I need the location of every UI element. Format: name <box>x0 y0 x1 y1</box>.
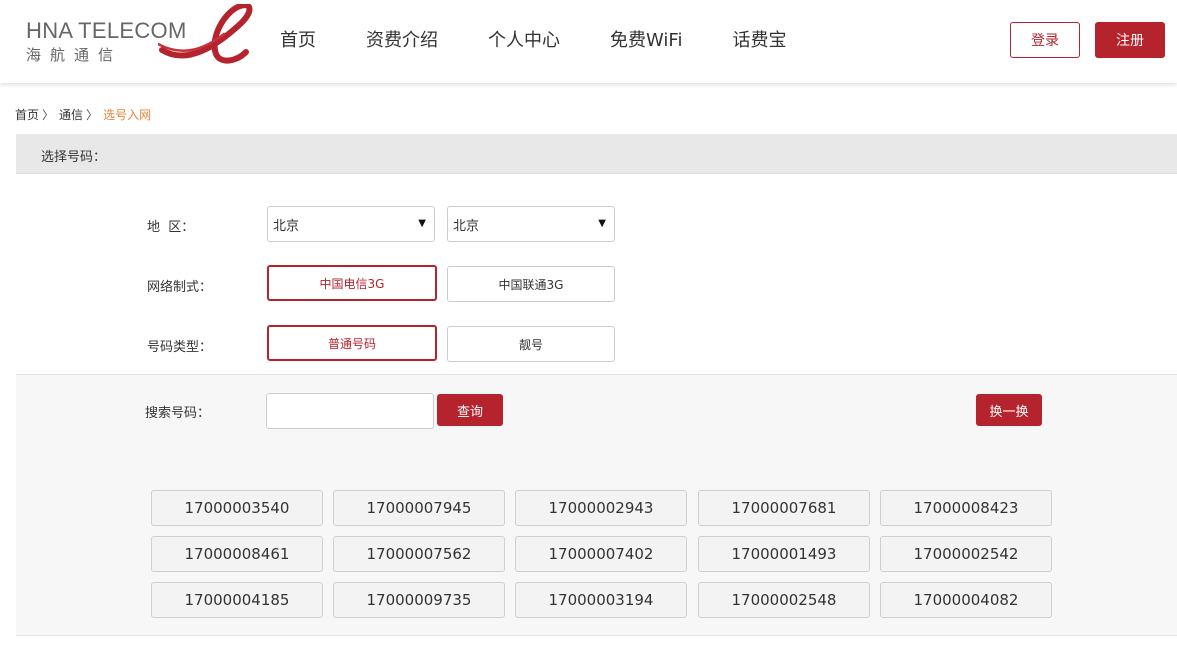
phone-number-option[interactable]: 17000001493 <box>698 536 870 572</box>
region-city-select[interactable]: 北京 ▼ <box>447 206 615 242</box>
chevron-down-icon: ▼ <box>598 218 606 229</box>
region-label: 地 区： <box>147 220 195 235</box>
phone-number-option[interactable]: 17000002548 <box>698 582 870 618</box>
refresh-numbers-button[interactable]: 换一换 <box>976 394 1042 426</box>
site-header: HNA TELECOM 海航通信 首页 资费介绍 个人中心 免费WiFi 话费宝… <box>0 0 1177 83</box>
section-title: 选择号码： <box>41 150 107 165</box>
network-option-unicom-3g[interactable]: 中国联通3G <box>447 266 615 302</box>
search-label: 搜索号码： <box>145 406 211 421</box>
number-type-label: 号码类型： <box>147 340 213 355</box>
region-province-select[interactable]: 北京 ▼ <box>267 206 435 242</box>
phone-number-option[interactable]: 17000009735 <box>333 582 505 618</box>
search-number-input[interactable] <box>266 393 434 429</box>
register-button[interactable]: 注册 <box>1095 22 1165 58</box>
network-label: 网络制式： <box>147 280 213 295</box>
region-city-value: 北京 <box>453 218 480 234</box>
phone-number-option[interactable]: 17000002943 <box>515 490 687 526</box>
breadcrumb-home[interactable]: 首页 <box>15 106 39 123</box>
section-header: 选择号码： <box>16 134 1177 174</box>
nav-free-wifi[interactable]: 免费WiFi <box>610 26 682 52</box>
main-nav: 首页 资费介绍 个人中心 免费WiFi 话费宝 <box>256 0 812 78</box>
logo-chinese-text: 海航通信 <box>26 46 123 64</box>
query-button[interactable]: 查询 <box>437 394 503 426</box>
nav-personal-center[interactable]: 个人中心 <box>488 26 560 52</box>
nav-tariffs[interactable]: 资费介绍 <box>366 26 438 52</box>
phone-number-option[interactable]: 17000008461 <box>151 536 323 572</box>
breadcrumb-telecom[interactable]: 通信 <box>59 106 83 123</box>
hna-telecom-logo[interactable]: HNA TELECOM 海航通信 <box>26 4 256 66</box>
phone-number-option[interactable]: 17000004082 <box>880 582 1052 618</box>
phone-number-option[interactable]: 17000002542 <box>880 536 1052 572</box>
nav-huafeibao[interactable]: 话费宝 <box>732 26 786 52</box>
phone-number-option[interactable]: 17000008423 <box>880 490 1052 526</box>
network-option-telecom-3g[interactable]: 中国电信3G <box>267 265 437 301</box>
type-option-premium[interactable]: 靓号 <box>447 326 615 362</box>
phone-number-option[interactable]: 17000003194 <box>515 582 687 618</box>
breadcrumb-current: 选号入网 <box>103 108 152 122</box>
login-button[interactable]: 登录 <box>1010 22 1080 58</box>
nav-home[interactable]: 首页 <box>280 26 316 52</box>
phone-number-option[interactable]: 17000003540 <box>151 490 323 526</box>
logo-swoosh-icon <box>158 4 253 64</box>
phone-number-option[interactable]: 17000007402 <box>515 536 687 572</box>
chevron-down-icon: ▼ <box>418 218 426 229</box>
phone-number-option[interactable]: 17000004185 <box>151 582 323 618</box>
type-option-regular[interactable]: 普通号码 <box>267 325 437 361</box>
breadcrumb: 首页 〉 通信 〉 选号入网 <box>15 106 151 123</box>
phone-number-option[interactable]: 17000007681 <box>698 490 870 526</box>
phone-number-option[interactable]: 17000007562 <box>333 536 505 572</box>
breadcrumb-separator: 〉 <box>42 108 55 122</box>
phone-number-option[interactable]: 17000007945 <box>333 490 505 526</box>
region-province-value: 北京 <box>273 218 300 234</box>
breadcrumb-separator: 〉 <box>86 108 99 122</box>
